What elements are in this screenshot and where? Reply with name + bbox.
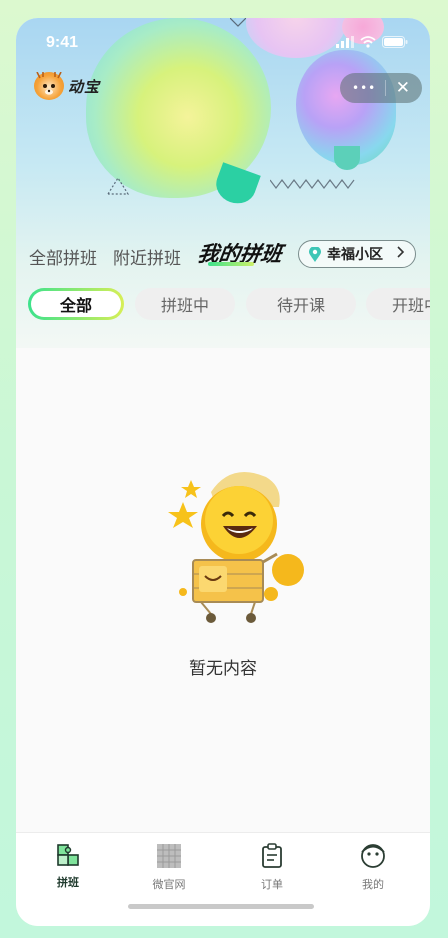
empty-state bbox=[16, 462, 430, 632]
wifi-icon bbox=[360, 36, 376, 48]
filter-chip-label: 全部 bbox=[59, 296, 92, 315]
status-icons bbox=[336, 36, 408, 48]
tabbar-item-orders[interactable]: 订单 bbox=[242, 843, 302, 892]
tabbar-label: 拼班 bbox=[57, 876, 79, 889]
tabbar-label: 微官网 bbox=[152, 878, 186, 891]
clipboard-icon bbox=[262, 843, 282, 868]
location-pin-icon bbox=[309, 246, 321, 262]
grid-image-icon bbox=[157, 844, 181, 868]
tabbar-item-classes[interactable]: 拼班 bbox=[38, 843, 98, 890]
filter-chip-label: 拼班中 bbox=[160, 296, 209, 315]
capsule-divider bbox=[385, 80, 387, 96]
filter-chip-pending[interactable]: 待开课 bbox=[246, 288, 356, 320]
status-bar: 9:41 bbox=[16, 18, 430, 68]
battery-icon bbox=[382, 36, 408, 48]
app-logo: 动宝 bbox=[34, 72, 100, 100]
filter-chip-in-class[interactable]: 开班中 bbox=[366, 288, 430, 320]
decor-triangle bbox=[107, 176, 130, 195]
bottom-tab-bar: 拼班 微官网 订单 我的 bbox=[16, 832, 430, 926]
tab-active-indicator bbox=[208, 262, 254, 266]
tabbar-label: 订单 bbox=[261, 878, 283, 891]
home-indicator bbox=[128, 904, 314, 909]
miniprogram-capsule: ••• ✕ bbox=[340, 73, 422, 103]
face-icon bbox=[361, 844, 385, 868]
filter-chip-label: 待开课 bbox=[276, 296, 325, 315]
tab-nearby-classes[interactable]: 附近拼班 bbox=[113, 244, 181, 269]
signal-icon bbox=[336, 36, 354, 48]
tabbar-item-profile[interactable]: 我的 bbox=[343, 843, 403, 892]
decor-zigzag bbox=[270, 179, 355, 189]
puzzle-icon bbox=[57, 844, 79, 866]
filter-chip-label: 开班中 bbox=[391, 296, 430, 315]
tabbar-item-website[interactable]: 微官网 bbox=[139, 843, 199, 892]
status-filter-chips: 全部 拼班中 待开课 开班中 bbox=[28, 288, 430, 322]
filter-chip-grouping[interactable]: 拼班中 bbox=[135, 288, 235, 320]
status-time: 9:41 bbox=[46, 34, 79, 51]
filter-chip-all[interactable]: 全部 bbox=[28, 288, 124, 320]
deer-logo-icon bbox=[34, 72, 64, 100]
more-icon[interactable]: ••• bbox=[352, 81, 376, 95]
chevron-right-icon bbox=[397, 246, 405, 261]
location-selector[interactable]: 幸福小区 bbox=[298, 240, 416, 268]
shopping-emoji-illustration bbox=[168, 472, 304, 623]
close-icon[interactable]: ✕ bbox=[396, 78, 410, 98]
location-label: 幸福小区 bbox=[327, 247, 383, 263]
app-name: 动宝 bbox=[68, 77, 101, 96]
empty-state-text: 暂无内容 bbox=[189, 659, 257, 679]
phone-screen: 9:41 动宝 ••• ✕ 全部拼班 附近拼班 我的拼班 幸福小区 全部 拼班中… bbox=[16, 18, 430, 926]
tab-all-classes[interactable]: 全部拼班 bbox=[29, 244, 97, 269]
tabbar-label: 我的 bbox=[362, 878, 384, 891]
decor-balloon-tail-2 bbox=[334, 146, 360, 170]
